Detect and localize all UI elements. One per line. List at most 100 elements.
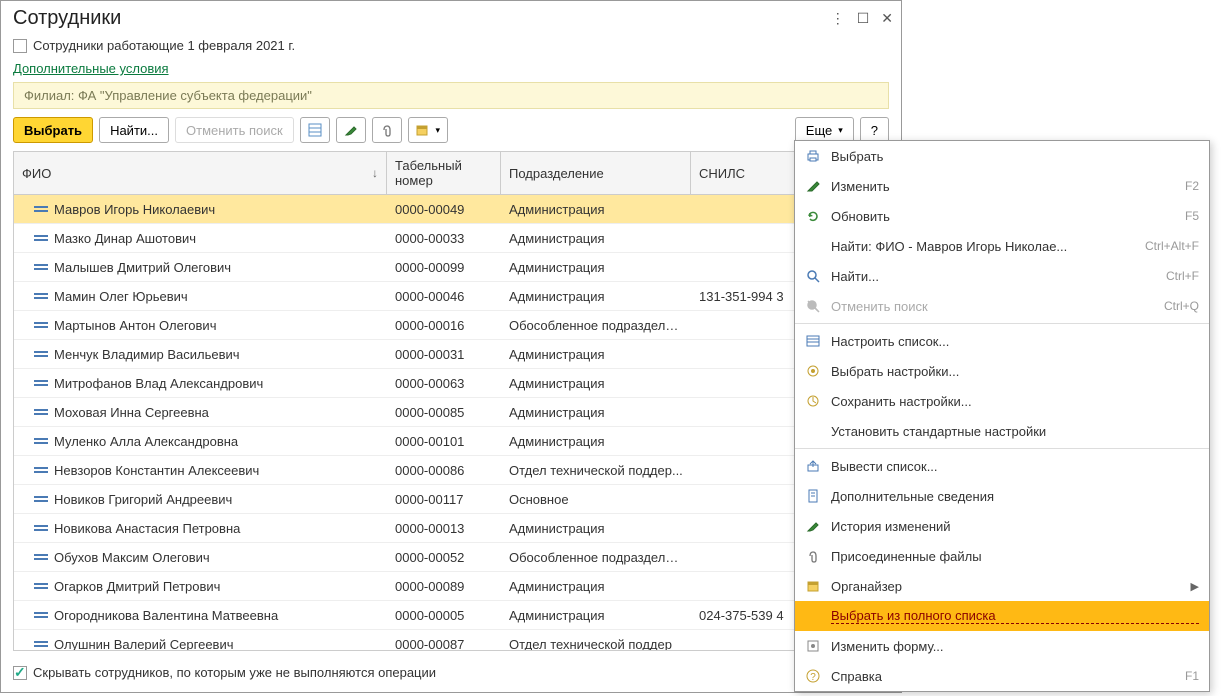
menu-item[interactable]: Настроить список... xyxy=(795,326,1209,356)
table-row[interactable]: Менчук Владимир Васильевич0000-00031Адми… xyxy=(14,340,888,369)
menu-item-label: Обновить xyxy=(831,209,1175,224)
cell-tab: 0000-00063 xyxy=(387,372,501,395)
cell-fio: Невзоров Константин Алексеевич xyxy=(14,459,387,482)
menu-item[interactable]: Найти...Ctrl+F xyxy=(795,261,1209,291)
maximize-icon[interactable]: ☐ xyxy=(857,10,870,27)
pick-settings-icon xyxy=(805,363,821,379)
cell-dept: Основное xyxy=(501,488,691,511)
cell-fio: Менчук Владимир Васильевич xyxy=(14,343,387,366)
date-filter-row: Сотрудники работающие 1 февраля 2021 г. xyxy=(1,34,901,57)
table-row[interactable]: Моховая Инна Сергеевна0000-00085Админист… xyxy=(14,398,888,427)
date-filter-label: Сотрудники работающие 1 февраля 2021 г. xyxy=(33,38,295,53)
menu-item-label: Вывести список... xyxy=(831,459,1199,474)
cell-dept: Отдел технической поддер... xyxy=(501,459,691,482)
cell-fio: Обухов Максим Олегович xyxy=(14,546,387,569)
menu-item[interactable]: Изменить форму... xyxy=(795,631,1209,661)
menu-item-label: Изменить форму... xyxy=(831,639,1199,654)
menu-item-shortcut: F5 xyxy=(1185,209,1199,223)
menu-item[interactable]: Выбрать xyxy=(795,141,1209,171)
table-row[interactable]: Мартынов Антон Олегович0000-00016Обособл… xyxy=(14,311,888,340)
table-row[interactable]: Новиков Григорий Андреевич0000-00117Осно… xyxy=(14,485,888,514)
cell-dept: Администрация xyxy=(501,285,691,308)
cell-dept: Администрация xyxy=(501,256,691,279)
table-row[interactable]: Муленко Алла Александровна0000-00101Адми… xyxy=(14,427,888,456)
menu-item-label: Справка xyxy=(831,669,1175,684)
cell-fio: Моховая Инна Сергеевна xyxy=(14,401,387,424)
menu-item[interactable]: Выбрать настройки... xyxy=(795,356,1209,386)
cell-tab: 0000-00031 xyxy=(387,343,501,366)
menu-item-label: Дополнительные сведения xyxy=(831,489,1199,504)
menu-item-label: Отменить поиск xyxy=(831,299,1154,314)
attach-button[interactable] xyxy=(372,117,402,143)
table-row[interactable]: Мазко Динар Ашотович0000-00033Администра… xyxy=(14,224,888,253)
cancel-search-button: Отменить поиск xyxy=(175,117,294,143)
menu-item[interactable]: Органайзер▶ xyxy=(795,571,1209,601)
list-view-button[interactable] xyxy=(300,117,330,143)
menu-item-shortcut: F2 xyxy=(1185,179,1199,193)
find-button[interactable]: Найти... xyxy=(99,117,169,143)
employee-icon xyxy=(34,233,48,243)
cell-dept: Администрация xyxy=(501,198,691,221)
list-settings-icon xyxy=(805,333,821,349)
table-row[interactable]: Малышев Дмитрий Олегович0000-00099Админи… xyxy=(14,253,888,282)
column-dept[interactable]: Подразделение xyxy=(501,152,691,194)
table-row[interactable]: Огородникова Валентина Матвеевна0000-000… xyxy=(14,601,888,630)
table-row[interactable]: Мамин Олег Юрьевич0000-00046Администраци… xyxy=(14,282,888,311)
employee-icon xyxy=(34,581,48,591)
print-icon xyxy=(805,148,821,164)
hide-inactive-checkbox[interactable] xyxy=(13,666,27,680)
employee-icon xyxy=(34,494,48,504)
menu-item[interactable]: Обновить F5 xyxy=(795,201,1209,231)
table-row[interactable]: Обухов Максим Олегович0000-00052Обособле… xyxy=(14,543,888,572)
column-tab[interactable]: Табельный номер xyxy=(387,152,501,194)
employee-icon xyxy=(34,320,48,330)
menu-item[interactable]: Выбрать из полного списка xyxy=(795,601,1209,631)
cell-dept: Администрация xyxy=(501,343,691,366)
extra-conditions-link[interactable]: Дополнительные условия xyxy=(13,61,169,76)
save-settings-icon xyxy=(805,393,821,409)
window-title: Сотрудники xyxy=(13,7,831,30)
menu-item[interactable]: Вывести список... xyxy=(795,451,1209,481)
organizer-button[interactable]: ▾ xyxy=(408,117,448,143)
menu-item[interactable]: Сохранить настройки... xyxy=(795,386,1209,416)
cell-fio: Новиков Григорий Андреевич xyxy=(14,488,387,511)
menu-item[interactable]: Присоединенные файлы xyxy=(795,541,1209,571)
cell-dept: Отдел технической поддер xyxy=(501,633,691,652)
menu-item[interactable]: Установить стандартные настройки xyxy=(795,416,1209,446)
table-row[interactable]: Олушнин Валерий Сергеевич0000-00087Отдел… xyxy=(14,630,888,651)
active-filter-bar: Филиал: ФА "Управление субъекта федераци… xyxy=(13,82,889,109)
menu-item[interactable]: Найти: ФИО - Мавров Игорь Николае...Ctrl… xyxy=(795,231,1209,261)
menu-item[interactable]: ?СправкаF1 xyxy=(795,661,1209,691)
employee-icon xyxy=(34,349,48,359)
table-row[interactable]: Новикова Анастасия Петровна0000-00013Адм… xyxy=(14,514,888,543)
kebab-icon[interactable]: ⋮ xyxy=(831,10,845,27)
employee-icon xyxy=(34,262,48,272)
cell-tab: 0000-00117 xyxy=(387,488,501,511)
history-button[interactable] xyxy=(336,117,366,143)
close-icon[interactable]: ✕ xyxy=(881,10,893,27)
menu-item[interactable]: ИзменитьF2 xyxy=(795,171,1209,201)
column-fio[interactable]: ФИО xyxy=(14,152,387,194)
table-row[interactable]: Невзоров Константин Алексеевич0000-00086… xyxy=(14,456,888,485)
edit-icon xyxy=(805,178,821,194)
table-row[interactable]: Митрофанов Влад Александрович0000-00063А… xyxy=(14,369,888,398)
cell-dept: Администрация xyxy=(501,575,691,598)
table-row[interactable]: Мавров Игорь Николаевич0000-00049Админис… xyxy=(14,195,888,224)
search-icon xyxy=(805,268,821,284)
organizer-icon xyxy=(805,578,821,594)
paperclip-icon xyxy=(380,123,394,137)
menu-item-label: Выбрать настройки... xyxy=(831,364,1199,379)
table-row[interactable]: Огарков Дмитрий Петрович0000-00089Админи… xyxy=(14,572,888,601)
employee-icon xyxy=(34,523,48,533)
menu-item-shortcut: Ctrl+F xyxy=(1166,269,1199,283)
cell-fio: Мамин Олег Юрьевич xyxy=(14,285,387,308)
footer-row: Скрывать сотрудников, по которым уже не … xyxy=(1,657,448,688)
menu-item[interactable]: История изменений xyxy=(795,511,1209,541)
menu-item-label: Найти: ФИО - Мавров Игорь Николае... xyxy=(831,239,1135,254)
date-filter-checkbox[interactable] xyxy=(13,39,27,53)
attach-icon xyxy=(805,548,821,564)
menu-item[interactable]: Дополнительные сведения xyxy=(795,481,1209,511)
select-button[interactable]: Выбрать xyxy=(13,117,93,143)
organizer-icon xyxy=(415,123,429,137)
cell-tab: 0000-00087 xyxy=(387,633,501,652)
